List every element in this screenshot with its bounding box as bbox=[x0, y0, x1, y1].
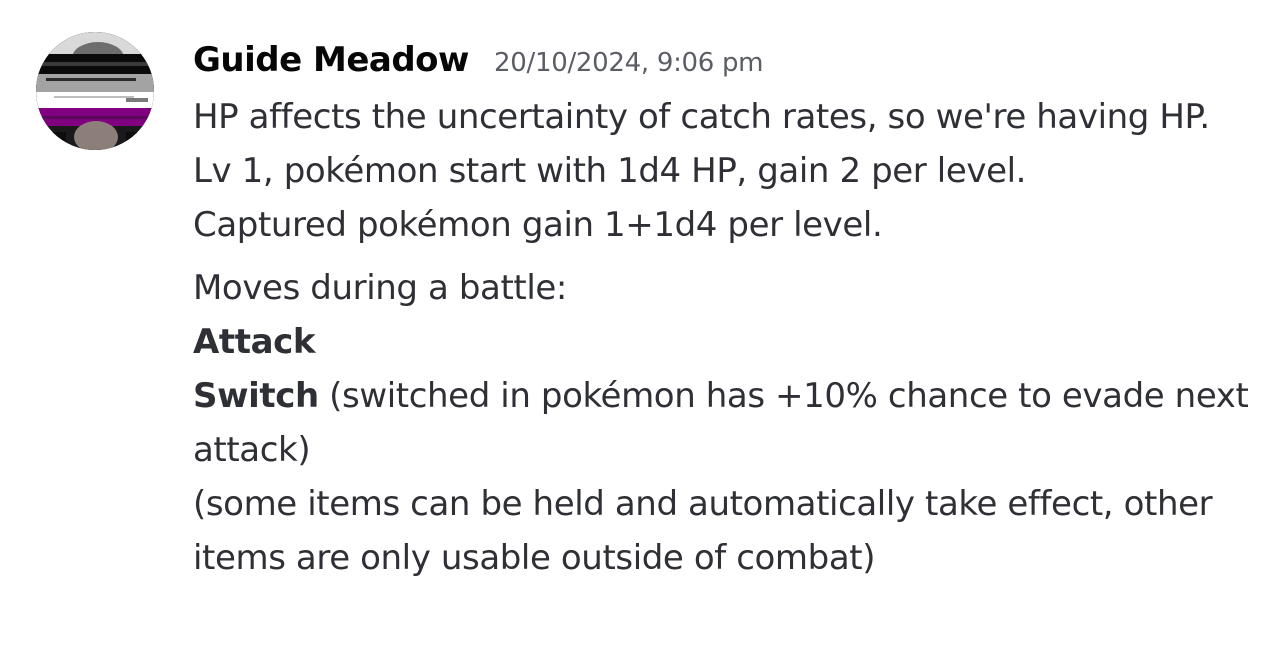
move-switch-note: (switched in pokémon has +10% chance to … bbox=[193, 376, 1249, 470]
author-username[interactable]: Guide Meadow bbox=[193, 40, 469, 80]
message-content: HP affects the uncertainty of catch rate… bbox=[193, 90, 1253, 585]
message-timestamp[interactable]: 20/10/2024, 9:06 pm bbox=[494, 48, 763, 78]
message-line: HP affects the uncertainty of catch rate… bbox=[193, 97, 1210, 137]
message-line: Lv 1, pokémon start with 1d4 HP, gain 2 … bbox=[193, 151, 1027, 191]
message-header: Guide Meadow 20/10/2024, 9:06 pm bbox=[193, 36, 764, 90]
items-note: (some items can be held and automaticall… bbox=[193, 484, 1213, 578]
avatar-image bbox=[36, 32, 154, 150]
move-attack-label: Attack bbox=[193, 322, 316, 362]
user-avatar[interactable] bbox=[36, 32, 154, 150]
move-switch-label: Switch bbox=[193, 376, 319, 416]
moves-heading: Moves during a battle: bbox=[193, 268, 567, 308]
chat-message: Guide Meadow 20/10/2024, 9:06 pm HP affe… bbox=[0, 0, 1284, 666]
message-line: Captured pokémon gain 1+1d4 per level. bbox=[193, 205, 883, 245]
move-switch: Switch (switched in pokémon has +10% cha… bbox=[193, 369, 1253, 477]
move-attack: Attack bbox=[193, 315, 1253, 369]
